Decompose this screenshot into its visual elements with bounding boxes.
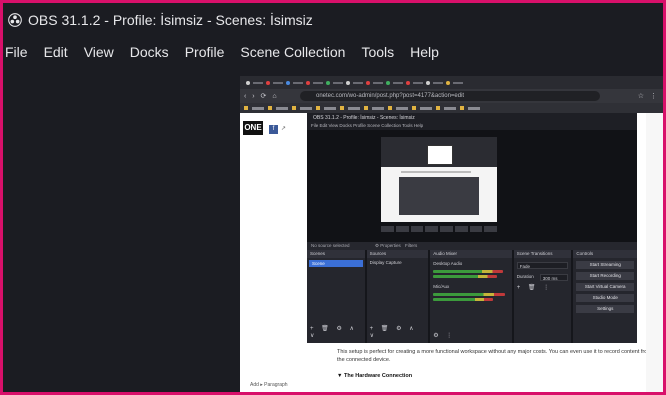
mixer-controls: ⚙ ⋮ [433,333,456,339]
menu-scene-collection[interactable]: Scene Collection [232,37,353,67]
mixer-meter-1b [433,275,498,278]
captured-obs-canvas [307,130,637,242]
editor-side-column [646,113,663,392]
transitions-header: Scene Transitions [513,250,572,258]
sources-dock-header: Sources [366,250,429,258]
filters-button: Filters [405,243,418,248]
controls-header: Controls [573,250,638,258]
menu-help[interactable]: Help [402,37,447,67]
obs-logo-icon [8,13,22,27]
scene-item: Scene [309,260,363,267]
facebook-icon: f [269,125,278,134]
transition-type: Fade [516,262,569,269]
transitions-dock: Scene Transitions Fade Duration 300 ms +… [513,250,572,343]
duration-label: Duration [516,274,534,279]
browser-url: onetec.com/wo-admin/post.php?post=4177&a… [300,91,600,101]
studio-mode-button: Studio Mode [576,294,635,302]
browser-tab-strip [240,76,663,89]
article-heading: ▼ The Hardware Connection [337,373,413,379]
menu-tools[interactable]: Tools [353,37,402,67]
captured-obs-menu: File Edit View Docks Profile Scene Colle… [311,123,424,128]
mixer-meter-2b [433,298,494,301]
site-logo: ONE [243,121,263,135]
settings-button: Settings [576,305,635,313]
start-streaming-button: Start Streaming [576,261,635,269]
obs-main-window: OBS 31.1.2 - Profile: İsimsiz - Scenes: … [3,3,663,392]
start-recording-button: Start Recording [576,272,635,280]
properties-button: ⚙ Properties [375,243,401,248]
site-left-column: ONE f ↗ [240,113,302,392]
menu-docks[interactable]: Docks [122,37,177,67]
mixer-channel-1: Desktop Audio [433,261,463,266]
browser-bookmarks-bar [240,103,663,113]
duration-value: 300 ms [539,274,569,281]
window-title: OBS 31.1.2 - Profile: İsimsiz - Scenes: … [28,12,313,28]
share-icon: ↗ [281,126,287,132]
source-item: Display Capture [369,260,402,265]
browser-right-icons: ☆ ⋮ [637,93,659,100]
menu-bar: File Edit View Docks Profile Scene Colle… [3,37,663,67]
title-bar: OBS 31.1.2 - Profile: İsimsiz - Scenes: … [3,3,663,37]
menu-view[interactable]: View [76,37,122,67]
browser-address-bar: ‹ › ⟳ ⌂ onetec.com/wo-admin/post.php?pos… [240,89,663,103]
menu-edit[interactable]: Edit [36,37,76,67]
controls-dock: Controls Start Streaming Start Recording… [573,250,638,343]
mixer-meter-1 [433,270,504,273]
audio-mixer-dock: Audio Mixer Desktop Audio Mic/Aux ⚙ ⋮ [430,250,512,343]
start-virtual-camera-button: Start Virtual Camera [576,283,635,291]
scenes-controls: + 🗑 ⚙ ∧ ∨ [310,326,357,339]
scenes-dock: Scenes Scene + 🗑 ⚙ ∧ ∨ [307,250,365,343]
captured-obs-source-bar: No source selected ⚙ Properties Filters [307,242,637,250]
menu-file[interactable]: File [3,37,36,67]
transitions-controls: + 🗑 ⋮ [516,285,553,291]
scenes-dock-header: Scenes [307,250,365,258]
captured-obs-title: OBS 31.1.2 - Profile: İsimsiz - Scenes: … [313,115,415,121]
mixer-channel-2: Mic/Aux [433,284,450,289]
browser-nav-icons: ‹ › ⟳ ⌂ [244,93,279,100]
audio-mixer-header: Audio Mixer [430,250,512,258]
article-text: This setup is perfect for creating a mor… [337,348,657,380]
captured-obs-window: OBS 31.1.2 - Profile: İsimsiz - Scenes: … [307,113,638,343]
no-source-label: No source selected [311,243,350,248]
captured-obs-docks: Scenes Scene + 🗑 ⚙ ∧ ∨ Sources Display C… [307,250,638,343]
sources-dock: Sources Display Capture + 🗑 ⚙ ∧ ∨ [366,250,429,343]
mixer-meter-2 [433,293,506,296]
sources-controls: + 🗑 ⚙ ∧ ∨ [369,326,417,339]
recursive-preview [381,137,497,222]
editor-breadcrumb: Add ▸ Paragraph [250,382,288,388]
article-paragraph: This setup is perfect for creating a mor… [337,349,652,363]
preview-canvas[interactable]: ‹ › ⟳ ⌂ onetec.com/wo-admin/post.php?pos… [240,76,663,392]
recursive-preview-strip [381,226,497,232]
menu-profile[interactable]: Profile [177,37,233,67]
